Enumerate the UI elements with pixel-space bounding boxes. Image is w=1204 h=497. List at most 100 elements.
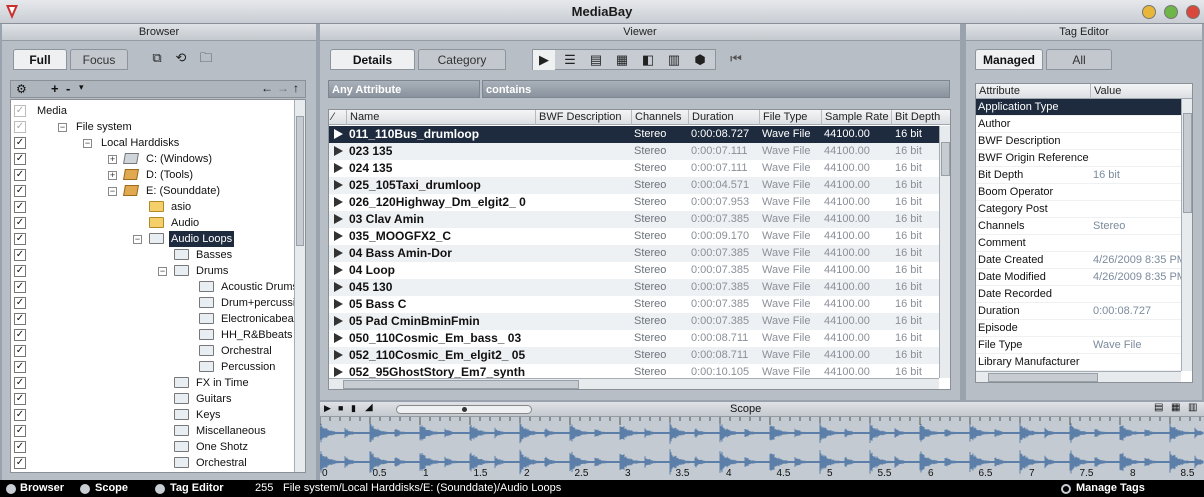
remove-icon[interactable]: -	[66, 81, 70, 96]
scope-mode-1-icon[interactable]: ▤	[1154, 402, 1163, 413]
manage-tags-label[interactable]: Manage Tags	[1076, 482, 1145, 494]
table-row[interactable]: 03 Clav Amin Stereo 0:00:07.385 Wave File 44…	[329, 211, 939, 228]
table-row[interactable]: 04 Loop Stereo 0:00:07.385 Wave File 44100.0…	[329, 262, 939, 279]
tag-editor-toggle-icon[interactable]	[155, 484, 165, 494]
thumbnail-view-icon[interactable]: ◧	[637, 50, 659, 70]
tab-all[interactable]: All	[1046, 49, 1112, 70]
tree-item[interactable]: ✓ Percussion	[11, 359, 295, 375]
tree-checkbox[interactable]: ✓	[14, 441, 26, 453]
tag-value[interactable]: 4/26/2009 8:35 PM	[1093, 269, 1181, 286]
tag-hscrollbar[interactable]	[976, 371, 1181, 382]
options-icon[interactable]: ⚙	[16, 82, 27, 96]
tag-value[interactable]: 16 bit	[1093, 167, 1181, 184]
tree-checkbox[interactable]: ✓	[14, 233, 26, 245]
tree-item[interactable]: ✓ − Drums	[11, 263, 295, 279]
play-preview-icon[interactable]	[334, 231, 343, 241]
tree-checkbox[interactable]: ✓	[14, 217, 26, 229]
tree-checkbox[interactable]: ✓	[14, 297, 26, 309]
tree-checkbox[interactable]: ✓	[14, 121, 26, 133]
tag-row[interactable]: Duration 0:00:08.727	[976, 303, 1181, 320]
column-attribute[interactable]: Attribute	[976, 84, 1091, 99]
table-row[interactable]: 011_110Bus_drumloop Stereo 0:00:08.727 Wave…	[329, 126, 939, 143]
new-folder-icon[interactable]: 🗀	[195, 48, 217, 68]
tag-scrollbar[interactable]	[1181, 99, 1192, 371]
up-icon[interactable]: ↑	[293, 81, 299, 95]
play-preview-icon[interactable]	[334, 163, 343, 173]
slider-thumb[interactable]	[462, 407, 467, 412]
play-preview-icon[interactable]	[334, 129, 343, 139]
tree-item[interactable]: ✓ + D: (Tools)	[11, 167, 295, 183]
maximize-button[interactable]	[1164, 5, 1178, 19]
tag-row[interactable]: BWF Origin Reference	[976, 150, 1181, 167]
tree-item[interactable]: ✓ − File system	[11, 119, 295, 135]
tree-checkbox[interactable]: ✓	[14, 361, 26, 373]
hscroll-thumb[interactable]	[343, 380, 579, 389]
tree-checkbox[interactable]: ✓	[14, 393, 26, 405]
tree-checkbox[interactable]: ✓	[14, 345, 26, 357]
tag-row[interactable]: Category Post	[976, 201, 1181, 218]
table-row[interactable]: 024 135 Stereo 0:00:07.111 Wave File 44100.0…	[329, 160, 939, 177]
tree-checkbox[interactable]: ✓	[14, 457, 26, 469]
table-row[interactable]: 04 Bass Amin-Dor Stereo 0:00:07.385 Wave Fi…	[329, 245, 939, 262]
scope-mode-2-icon[interactable]: ▦	[1171, 402, 1180, 413]
table-row[interactable]: 052_110Cosmic_Em_elgit2_ 05 Stereo 0:00:08…	[329, 347, 939, 364]
refresh-icon[interactable]: ⟲	[170, 48, 192, 68]
tree-item[interactable]: ✓ Drum+percussion	[11, 295, 305, 311]
tree-item[interactable]: ✓ Media	[11, 103, 295, 119]
detail-view-icon[interactable]: ▤	[585, 50, 607, 70]
collapse-icon[interactable]: −	[58, 123, 67, 132]
column-sort[interactable]: ⁄	[329, 110, 347, 125]
tag-row[interactable]: Date Recorded	[976, 286, 1181, 303]
manage-tags-icon[interactable]	[1061, 484, 1071, 494]
film-view-icon[interactable]: ▥	[663, 50, 685, 70]
forward-icon[interactable]: →	[277, 81, 289, 95]
tree-checkbox[interactable]: ✓	[14, 137, 26, 149]
table-row[interactable]: 050_110Cosmic_Em_bass_ 03 Stereo 0:00:08.7…	[329, 330, 939, 347]
scope-volume-icon[interactable]: ◢	[365, 402, 373, 413]
tree-checkbox[interactable]: ✓	[14, 169, 26, 181]
browser-toggle-icon[interactable]	[6, 484, 16, 494]
play-preview-icon[interactable]	[334, 197, 343, 207]
play-preview-icon[interactable]	[334, 180, 343, 190]
play-preview-icon[interactable]	[334, 316, 343, 326]
column-duration[interactable]: Duration	[689, 110, 760, 125]
play-preview-icon[interactable]	[334, 214, 343, 224]
table-row[interactable]: 035_MOOGFX2_C Stereo 0:00:09.170 Wave File 4…	[329, 228, 939, 245]
play-preview-icon[interactable]	[334, 299, 343, 309]
scroll-thumb[interactable]	[941, 142, 950, 176]
tree-checkbox[interactable]: ✓	[14, 329, 26, 341]
tree-item[interactable]: ✓ Guitars	[11, 391, 295, 407]
column-sample-rate[interactable]: Sample Rate	[822, 110, 892, 125]
tag-row[interactable]: BWF Description	[976, 133, 1181, 150]
scope-stop-icon[interactable]: ■	[338, 403, 343, 413]
tree-checkbox[interactable]: ✓	[14, 105, 26, 117]
collapse-icon[interactable]: −	[108, 187, 117, 196]
tree-item[interactable]: ✓ − E: (Sounddate)	[11, 183, 295, 199]
column-channels[interactable]: Channels	[632, 110, 689, 125]
play-preview-icon[interactable]	[334, 265, 343, 275]
table-row[interactable]: 025_105Taxi_drumloop Stereo 0:00:04.571 Wav…	[329, 177, 939, 194]
tag-row[interactable]: Library Manufacturer	[976, 354, 1181, 371]
expand-icon[interactable]: +	[108, 155, 117, 164]
skip-back-icon[interactable]: ⏮	[725, 49, 747, 69]
scope-volume-slider[interactable]	[396, 405, 532, 414]
collapse-icon[interactable]: −	[83, 139, 92, 148]
tag-row[interactable]: Boom Operator	[976, 184, 1181, 201]
tree-checkbox[interactable]: ✓	[14, 265, 26, 277]
condition-dropdown[interactable]: contains	[482, 80, 950, 98]
tag-row[interactable]: Bit Depth 16 bit	[976, 167, 1181, 184]
tag-value[interactable]: 4/26/2009 8:35 PM	[1093, 252, 1181, 269]
copy-icon[interactable]: ⧉	[146, 48, 168, 68]
play-preview-icon[interactable]	[334, 146, 343, 156]
tab-managed[interactable]: Managed	[975, 49, 1043, 70]
tag-value[interactable]: Stereo	[1093, 218, 1181, 235]
tree-item[interactable]: ✓ + C: (Windows)	[11, 151, 295, 167]
tag-editor-toggle-label[interactable]: Tag Editor	[170, 482, 224, 494]
tree-item[interactable]: ✓ Acoustic Drums	[11, 279, 298, 295]
tree-checkbox[interactable]: ✓	[14, 313, 26, 325]
tree-item[interactable]: ✓ HH_R&Bbeats	[11, 327, 295, 343]
scope-toggle-icon[interactable]	[80, 484, 90, 494]
scope-mode-3-icon[interactable]: ▥	[1188, 402, 1197, 413]
tree-checkbox[interactable]: ✓	[14, 377, 26, 389]
tab-full[interactable]: Full	[13, 49, 67, 70]
